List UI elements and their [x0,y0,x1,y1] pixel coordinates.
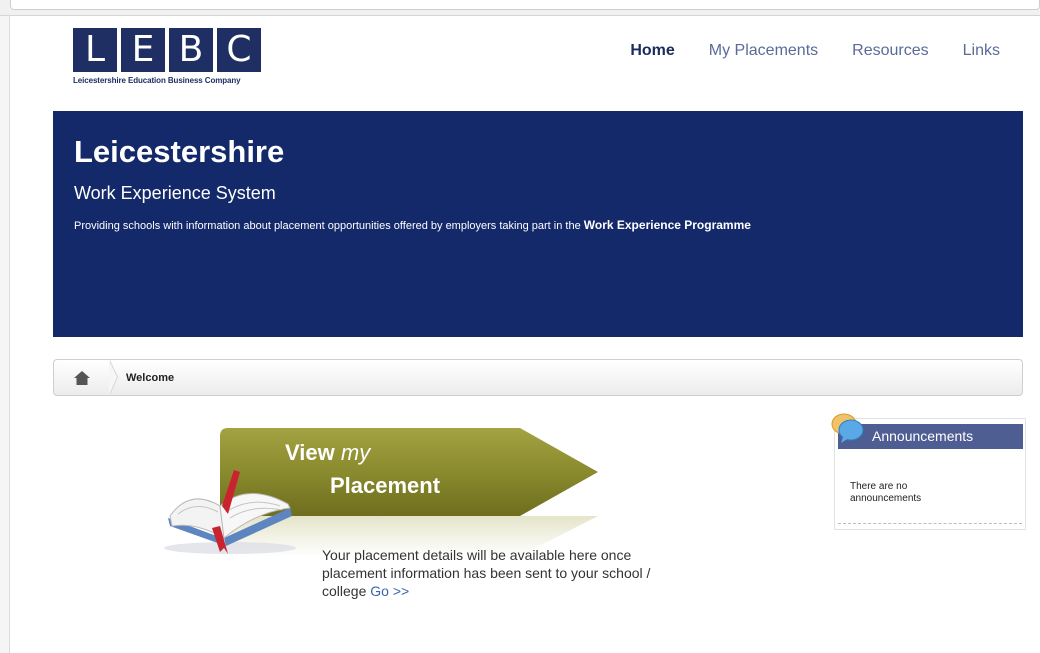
logo-letter-b: B [169,28,213,72]
nav-my-placements[interactable]: My Placements [709,42,818,60]
hero-description-text: Providing schools with information about… [74,220,581,232]
announcements-title: Announcements [872,428,974,444]
announcements-header: Announcements [838,424,1023,449]
main-nav: Home My Placements Resources Links [630,42,1000,60]
announcements-panel: Announcements There are no announcements [831,413,1026,530]
nav-home[interactable]: Home [630,42,674,60]
hero-banner: Leicestershire Work Experience System Pr… [53,111,1023,337]
breadcrumb-current: Welcome [126,371,175,384]
view-word: View [285,440,335,465]
announcements-divider [838,523,1022,524]
breadcrumb-home[interactable] [54,360,118,395]
lebc-logo[interactable]: L E B C Leicestershire Education Busines… [73,28,273,90]
go-link[interactable]: Go >> [370,583,409,599]
home-icon [74,370,90,385]
logo-subtitle: Leicestershire Education Business Compan… [73,76,241,85]
browser-frame-top [0,0,1040,16]
view-my-label: View my [285,440,370,466]
logo-letter-l: L [73,28,117,72]
browser-frame-left [0,16,10,653]
logo-letter-c: C [217,28,261,72]
nav-links[interactable]: Links [963,42,1000,60]
nav-resources[interactable]: Resources [852,42,928,60]
my-word: my [340,440,371,465]
hero-description: Providing schools with information about… [74,218,1002,232]
placement-label: Placement [330,473,441,498]
logo-letter-e: E [121,28,165,72]
hero-subtitle: Work Experience System [74,183,276,203]
placement-description: Your placement details will be available… [322,546,652,600]
speech-bubble-icon [831,413,864,443]
announcements-empty: There are no announcements [850,481,922,504]
open-book-icon [164,470,296,554]
view-placement-promo[interactable]: View my Placement Your placement details… [160,428,650,608]
hero-title: Leicestershire [74,134,285,169]
breadcrumb: Welcome [53,359,1023,396]
hero-description-bold: Work Experience Programme [583,218,751,232]
logo-letters: L E B C [73,28,273,72]
